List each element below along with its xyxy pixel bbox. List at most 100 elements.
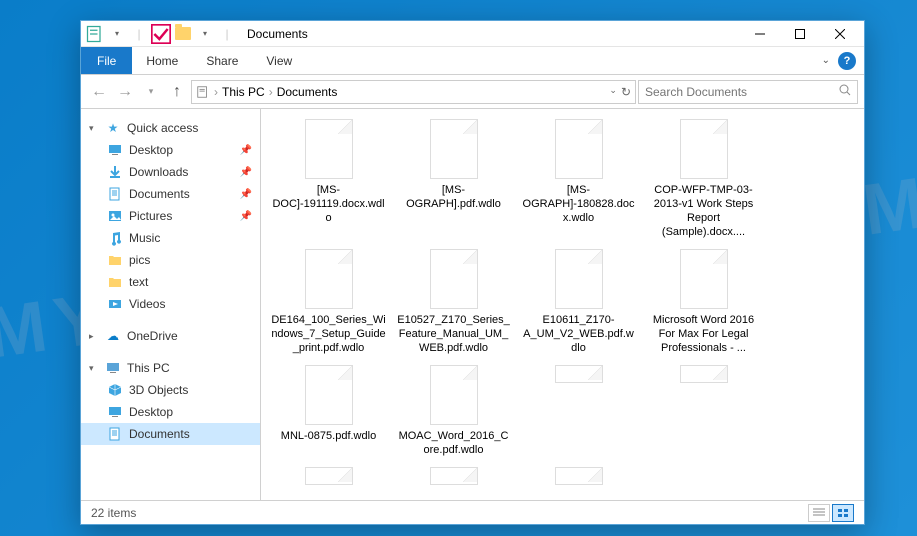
sidebar-item-label: 3D Objects bbox=[129, 383, 188, 397]
file-tab[interactable]: File bbox=[81, 47, 132, 74]
file-thumbnail-icon bbox=[680, 249, 728, 309]
sidebar-item-label: Music bbox=[129, 231, 160, 245]
navigation-bar: ← → ▾ ↑ › This PC › Documents ⌄ ↻ bbox=[81, 75, 864, 109]
back-button[interactable]: ← bbox=[87, 80, 111, 104]
file-item[interactable]: COP-WFP-TMP-03-2013-v1 Work Steps Report… bbox=[646, 119, 761, 239]
sidebar-item-3d-objects[interactable]: 3D Objects bbox=[81, 379, 260, 401]
file-item[interactable]: [MS-OGRAPH].pdf.wdlo bbox=[396, 119, 511, 239]
file-label: MNL-0875.pdf.wdlo bbox=[281, 429, 376, 443]
pin-icon: 📌 bbox=[240, 189, 252, 200]
icons-view-button[interactable] bbox=[832, 504, 854, 522]
pin-icon: 📌 bbox=[240, 211, 252, 222]
chevron-right-icon[interactable]: ▸ bbox=[89, 331, 99, 342]
folder-icon bbox=[107, 274, 123, 290]
sidebar-item-label: Documents bbox=[129, 427, 190, 441]
file-item[interactable]: Microsoft Word 2016 For Max For Legal Pr… bbox=[646, 249, 761, 355]
file-thumbnail-icon bbox=[305, 467, 353, 485]
status-bar: 22 items bbox=[81, 500, 864, 524]
file-item[interactable] bbox=[521, 467, 636, 489]
sidebar-item-documents[interactable]: Documents bbox=[81, 423, 260, 445]
qat-dropdown-icon[interactable]: ▾ bbox=[107, 24, 127, 44]
maximize-button[interactable] bbox=[780, 21, 820, 47]
file-item[interactable]: DE164_100_Series_Windows_7_Setup_Guide_p… bbox=[271, 249, 386, 355]
sidebar-this-pc[interactable]: ▾ This PC bbox=[81, 357, 260, 379]
address-bar[interactable]: › This PC › Documents ⌄ ↻ bbox=[191, 80, 636, 104]
search-icon[interactable] bbox=[839, 83, 851, 101]
file-item[interactable]: E10611_Z170-A_UM_V2_WEB.pdf.wdlo bbox=[521, 249, 636, 355]
file-thumbnail-icon bbox=[430, 119, 478, 179]
file-item[interactable]: E10527_Z170_Series_Feature_Manual_UM_WEB… bbox=[396, 249, 511, 355]
chevron-right-icon[interactable]: › bbox=[267, 85, 275, 99]
search-input[interactable] bbox=[645, 85, 839, 99]
sidebar-label: Quick access bbox=[127, 121, 198, 135]
file-item[interactable] bbox=[521, 365, 636, 457]
sidebar-quick-access[interactable]: ▾ ★ Quick access bbox=[81, 117, 260, 139]
sidebar-item-downloads[interactable]: Downloads📌 bbox=[81, 161, 260, 183]
sidebar-item-text[interactable]: text bbox=[81, 271, 260, 293]
breadcrumb-root[interactable]: This PC bbox=[222, 85, 265, 99]
file-thumbnail-icon bbox=[555, 467, 603, 485]
tab-home[interactable]: Home bbox=[132, 47, 192, 74]
chevron-right-icon[interactable]: › bbox=[212, 85, 220, 99]
checkbox-icon[interactable] bbox=[151, 24, 171, 44]
file-item[interactable]: [MS-DOC]-191119.docx.wdlo bbox=[271, 119, 386, 239]
sidebar-item-label: Documents bbox=[129, 187, 190, 201]
chevron-down-icon[interactable]: ▾ bbox=[89, 363, 99, 374]
chevron-down-icon[interactable]: ▾ bbox=[89, 123, 99, 134]
qat-dropdown2-icon[interactable]: ▾ bbox=[195, 24, 215, 44]
navigation-pane: ▾ ★ Quick access Desktop📌Downloads📌Docum… bbox=[81, 109, 261, 500]
file-thumbnail-icon bbox=[430, 467, 478, 485]
sidebar-item-desktop[interactable]: Desktop📌 bbox=[81, 139, 260, 161]
sidebar-item-label: Pictures bbox=[129, 209, 172, 223]
file-label: [MS-OGRAPH].pdf.wdlo bbox=[396, 183, 511, 211]
properties-icon[interactable] bbox=[85, 24, 105, 44]
documents-icon bbox=[107, 426, 123, 442]
forward-button[interactable]: → bbox=[113, 80, 137, 104]
tab-share[interactable]: Share bbox=[192, 47, 252, 74]
up-button[interactable]: ↑ bbox=[165, 80, 189, 104]
sidebar-item-label: Videos bbox=[129, 297, 165, 311]
help-icon[interactable]: ? bbox=[838, 52, 856, 70]
search-box[interactable] bbox=[638, 80, 858, 104]
file-pane[interactable]: [MS-DOC]-191119.docx.wdlo [MS-OGRAPH].pdf… bbox=[261, 109, 864, 500]
breadcrumb-folder[interactable]: Documents bbox=[277, 85, 338, 99]
recent-dropdown[interactable]: ▾ bbox=[139, 80, 163, 104]
minimize-button[interactable] bbox=[740, 21, 780, 47]
tab-view[interactable]: View bbox=[252, 47, 306, 74]
sidebar-item-desktop[interactable]: Desktop bbox=[81, 401, 260, 423]
file-item[interactable]: MNL-0875.pdf.wdlo bbox=[271, 365, 386, 457]
sidebar-item-label: text bbox=[129, 275, 148, 289]
file-label: E10527_Z170_Series_Feature_Manual_UM_WEB… bbox=[396, 313, 511, 355]
pictures-icon bbox=[107, 208, 123, 224]
documents-icon bbox=[196, 85, 210, 99]
file-item[interactable] bbox=[646, 365, 761, 457]
sidebar-item-pics[interactable]: pics bbox=[81, 249, 260, 271]
documents-icon bbox=[107, 186, 123, 202]
quick-access-toolbar: ▾ | ▾ | bbox=[85, 24, 237, 44]
sidebar-item-videos[interactable]: Videos bbox=[81, 293, 260, 315]
folder-icon[interactable] bbox=[173, 24, 193, 44]
file-item[interactable]: [MS-OGRAPH]-180828.docx.wdlo bbox=[521, 119, 636, 239]
details-view-button[interactable] bbox=[808, 504, 830, 522]
sidebar-onedrive[interactable]: ▸ ☁ OneDrive bbox=[81, 325, 260, 347]
music-icon bbox=[107, 230, 123, 246]
file-item[interactable] bbox=[271, 467, 386, 489]
downloads-icon bbox=[107, 164, 123, 180]
address-dropdown-icon[interactable]: ⌄ bbox=[609, 85, 617, 99]
sidebar-item-music[interactable]: Music bbox=[81, 227, 260, 249]
file-label: COP-WFP-TMP-03-2013-v1 Work Steps Report… bbox=[646, 183, 761, 239]
ribbon-chevron-icon[interactable]: ⌄ bbox=[822, 55, 830, 66]
close-button[interactable] bbox=[820, 21, 860, 47]
refresh-icon[interactable]: ↻ bbox=[621, 85, 631, 99]
pin-icon: 📌 bbox=[240, 145, 252, 156]
desktop-icon bbox=[107, 404, 123, 420]
file-item[interactable] bbox=[396, 467, 511, 489]
sidebar-item-pictures[interactable]: Pictures 📌 bbox=[81, 205, 260, 227]
item-count: 22 items bbox=[91, 506, 136, 520]
file-thumbnail-icon bbox=[430, 365, 478, 425]
file-item[interactable]: MOAC_Word_2016_Core.pdf.wdlo bbox=[396, 365, 511, 457]
cloud-icon: ☁ bbox=[105, 328, 121, 344]
sidebar-item-documents[interactable]: Documents 📌 bbox=[81, 183, 260, 205]
file-thumbnail-icon bbox=[555, 119, 603, 179]
file-label: Microsoft Word 2016 For Max For Legal Pr… bbox=[646, 313, 761, 355]
